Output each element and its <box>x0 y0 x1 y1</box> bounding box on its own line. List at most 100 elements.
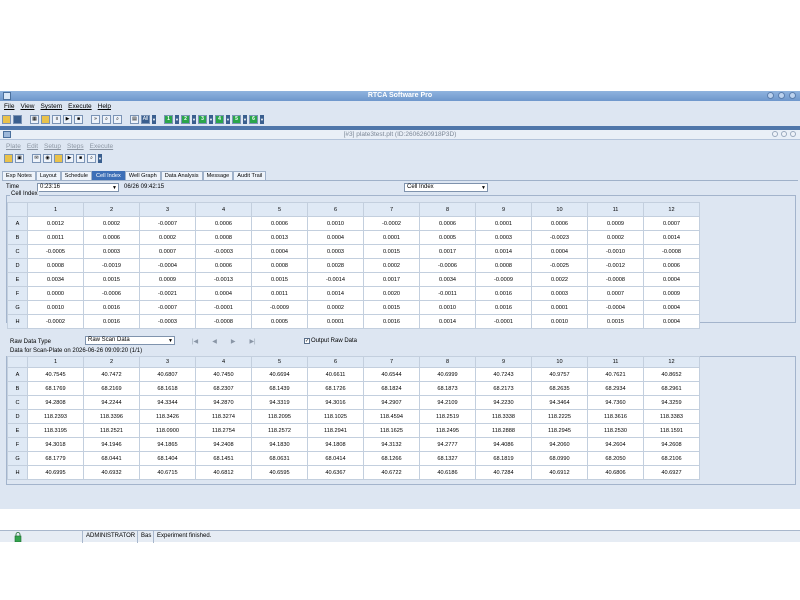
well-cell[interactable]: 94.2109 <box>419 395 476 410</box>
well-cell[interactable]: 68.1779 <box>27 451 84 466</box>
tab-exp-notes[interactable]: Exp Notes <box>2 171 36 180</box>
child-close-button[interactable] <box>790 131 796 137</box>
open-folder-icon[interactable] <box>4 153 13 163</box>
stop-icon[interactable]: ■ <box>74 114 83 124</box>
well-cell[interactable]: -0.0021 <box>139 286 196 301</box>
lock-icon[interactable] <box>41 114 50 124</box>
well-cell[interactable]: 40.6927 <box>643 465 700 480</box>
play-icon[interactable]: ▶ <box>63 114 72 124</box>
well-cell[interactable]: 0.0017 <box>363 272 420 287</box>
menu-help[interactable]: Help <box>98 103 111 112</box>
well-cell[interactable]: -0.0014 <box>307 272 364 287</box>
well-cell[interactable]: 118.3338 <box>475 409 532 424</box>
well-cell[interactable]: 118.3396 <box>83 409 140 424</box>
well-cell[interactable]: 0.0016 <box>363 314 420 329</box>
column-header[interactable]: 9 <box>475 202 532 217</box>
row-header[interactable]: A <box>7 367 28 382</box>
well-cell[interactable]: 0.0004 <box>307 230 364 245</box>
menu-setup[interactable]: Setup <box>44 143 61 150</box>
well-cell[interactable]: 0.0003 <box>531 286 588 301</box>
well-cell[interactable]: 40.6807 <box>139 367 196 382</box>
well-cell[interactable]: 40.6367 <box>307 465 364 480</box>
menu-plate[interactable]: Plate <box>6 143 21 150</box>
well-cell[interactable]: 0.0006 <box>251 216 308 231</box>
row-header[interactable]: G <box>7 451 28 466</box>
well-cell[interactable]: 40.6812 <box>195 465 252 480</box>
station-1-button[interactable]: 1 <box>164 114 173 124</box>
well-cell[interactable]: 40.6611 <box>307 367 364 382</box>
row-header[interactable]: B <box>7 230 28 245</box>
column-header[interactable]: 8 <box>419 202 476 217</box>
column-header[interactable]: 6 <box>307 202 364 217</box>
well-cell[interactable]: 118.2225 <box>531 409 588 424</box>
menu-execute[interactable]: Execute <box>68 103 92 112</box>
save-icon[interactable] <box>13 114 22 124</box>
well-cell[interactable]: 94.2907 <box>363 395 420 410</box>
column-header[interactable]: 5 <box>251 202 308 217</box>
well-cell[interactable]: 0.0015 <box>587 314 644 329</box>
column-header[interactable]: 1 <box>27 356 84 368</box>
tab-message[interactable]: Message <box>202 171 234 180</box>
station-6-button[interactable]: 6 <box>249 114 258 124</box>
well-cell[interactable]: 94.3319 <box>251 395 308 410</box>
well-cell[interactable]: 0.0002 <box>587 230 644 245</box>
well-cell[interactable]: 94.4086 <box>475 437 532 452</box>
lock-icon[interactable] <box>54 153 63 163</box>
well-cell[interactable]: 118.3195 <box>27 423 84 438</box>
well-cell[interactable]: -0.0007 <box>139 216 196 231</box>
row-header[interactable]: H <box>7 465 28 480</box>
well-cell[interactable]: 0.0008 <box>195 230 252 245</box>
well-cell[interactable]: 68.2173 <box>475 381 532 396</box>
row-header[interactable]: C <box>7 395 28 410</box>
well-cell[interactable]: 0.0017 <box>419 244 476 259</box>
message-icon[interactable]: ✉ <box>32 153 41 163</box>
well-cell[interactable]: 68.1769 <box>27 381 84 396</box>
well-cell[interactable]: 118.4594 <box>363 409 420 424</box>
well-cell[interactable]: 94.2230 <box>475 395 532 410</box>
well-cell[interactable]: -0.0025 <box>531 258 588 273</box>
tab-data-analysis[interactable]: Data Analysis <box>160 171 203 180</box>
well-cell[interactable]: 0.0010 <box>27 300 84 315</box>
well-cell[interactable]: 68.1873 <box>419 381 476 396</box>
well-cell[interactable]: 118.2530 <box>587 423 644 438</box>
well-cell[interactable]: 40.6722 <box>363 465 420 480</box>
well-cell[interactable]: 0.0004 <box>643 314 700 329</box>
well-cell[interactable]: 118.2095 <box>251 409 308 424</box>
well-cell[interactable]: 68.2961 <box>643 381 700 396</box>
well-cell[interactable]: -0.0010 <box>587 244 644 259</box>
well-cell[interactable]: 0.0004 <box>643 272 700 287</box>
well-cell[interactable]: 0.0007 <box>139 244 196 259</box>
well-cell[interactable]: 40.6715 <box>139 465 196 480</box>
well-cell[interactable]: 118.1625 <box>363 423 420 438</box>
zoom-icon[interactable]: ⌕ <box>87 153 96 163</box>
chevron-down-icon[interactable]: ▼ <box>192 114 196 124</box>
well-cell[interactable]: 0.0020 <box>363 286 420 301</box>
document-icon[interactable]: ▤ <box>130 114 139 124</box>
well-cell[interactable]: 94.1865 <box>139 437 196 452</box>
well-cell[interactable]: 40.6995 <box>27 465 84 480</box>
well-cell[interactable]: 0.0009 <box>139 272 196 287</box>
well-cell[interactable]: 94.2808 <box>27 395 84 410</box>
pause-icon[interactable]: ॥ <box>52 114 61 124</box>
open-folder-icon[interactable] <box>2 114 11 124</box>
last-scan-button[interactable]: ▶| <box>249 338 255 345</box>
station-4-button[interactable]: 4 <box>215 114 224 124</box>
well-cell[interactable]: 94.2870 <box>195 395 252 410</box>
well-cell[interactable]: 118.2754 <box>195 423 252 438</box>
well-cell[interactable]: 0.0010 <box>419 300 476 315</box>
well-cell[interactable]: 94.3016 <box>307 395 364 410</box>
well-cell[interactable]: 68.1824 <box>363 381 420 396</box>
well-cell[interactable]: 40.7243 <box>475 367 532 382</box>
well-cell[interactable]: -0.0019 <box>83 258 140 273</box>
well-cell[interactable]: 0.0001 <box>531 300 588 315</box>
column-header[interactable]: 12 <box>643 356 700 368</box>
row-header[interactable]: F <box>7 286 28 301</box>
child-minimize-button[interactable] <box>772 131 778 137</box>
well-cell[interactable]: 0.0016 <box>475 286 532 301</box>
menu-edit[interactable]: Edit <box>27 143 38 150</box>
well-cell[interactable]: 0.0014 <box>307 286 364 301</box>
well-cell[interactable]: 40.7621 <box>587 367 644 382</box>
well-cell[interactable]: 0.0034 <box>419 272 476 287</box>
well-cell[interactable]: 118.2521 <box>83 423 140 438</box>
well-cell[interactable]: 40.6694 <box>251 367 308 382</box>
